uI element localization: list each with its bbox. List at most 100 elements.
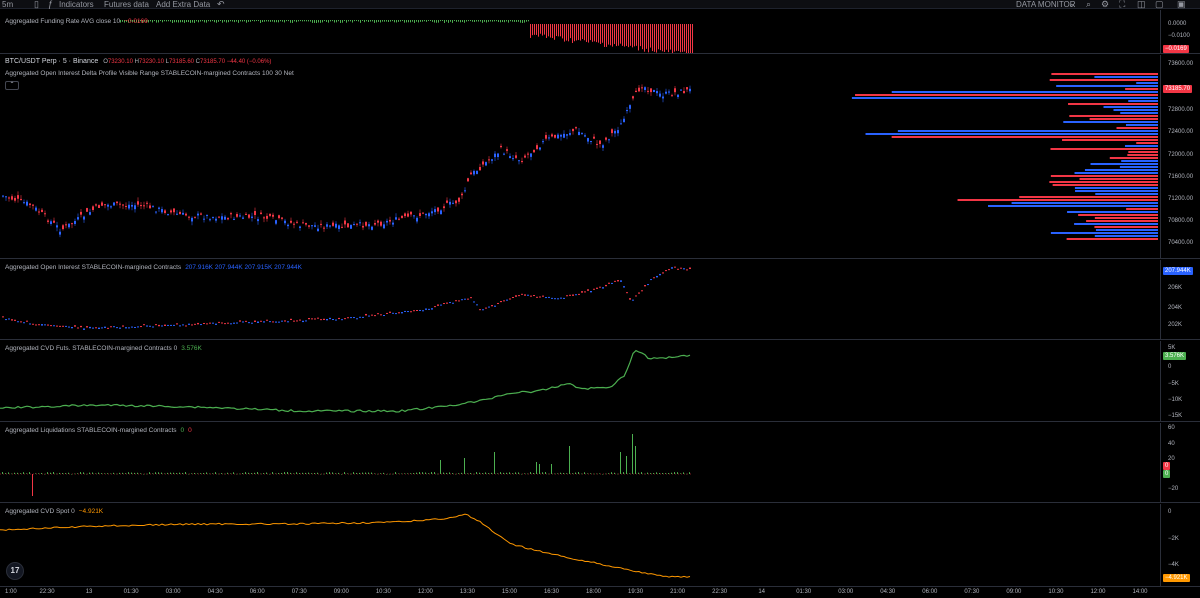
profile-bar [1067,211,1158,213]
open-interest-candles [2,266,691,330]
price-pane[interactable]: BTC/USDT Perp · 5 · Binance O73230.10 H7… [0,55,1160,259]
candle-body [302,222,304,224]
liquidations-axis[interactable]: 60 40 20 0 0 −20 [1160,423,1200,503]
time-tick: 03:00 [165,589,181,595]
funding-bar [158,20,159,23]
candle-body [83,216,85,220]
chevron-down-icon[interactable]: ⌄ [1068,0,1076,9]
liq-bar [44,473,45,475]
candle-body [197,213,199,216]
maximize-icon[interactable]: ▢ [1155,0,1164,9]
funding-bar [366,20,367,22]
funding-bar [686,24,687,53]
data-monitor-button[interactable]: DATA MONITOR [1016,0,1076,9]
futures-data-button[interactable]: Futures data [104,0,149,9]
oi-candle [629,298,631,300]
candle-body [191,217,193,222]
oi-candle [143,324,145,326]
funding-rate-axis[interactable]: 0.0000 −0.0100 −0.0169 [1160,10,1200,54]
funding-bar [662,24,663,52]
liq-bar [212,473,213,474]
funding-bar [448,20,449,23]
candle-body [140,205,142,207]
funding-bar [634,24,635,47]
liq-bar [671,472,672,474]
oi-candle [341,319,343,321]
liq-bar [449,472,450,474]
candle-body [635,90,637,93]
open-interest-axis[interactable]: 207.944K 206K 204K 202K [1160,260,1200,340]
liq-bar [368,472,369,474]
liq-bar [641,472,642,474]
cvd-spot-badge: −4.921K [1163,574,1190,582]
liq-bar [428,473,429,474]
funding-bar [612,24,613,47]
funding-bar [360,20,361,23]
open-interest-values: 207.916K 207.944K 207.915K 207.944K [185,264,302,271]
ohlc-values: O73230.10 H73230.10 L73185.60 C73185.70 … [103,59,272,65]
funding-bar [204,20,205,23]
funding-bar [642,24,643,50]
oi-candle [536,296,538,298]
candle-body [44,213,46,215]
liq-bar [290,472,291,474]
liq-bar [686,473,687,475]
cvd-spot-pane[interactable]: Aggregated CVD Spot 0 −4.921K 17 [0,504,1160,586]
popout-icon[interactable]: ▣ [1177,0,1186,9]
open-interest-pane[interactable]: Aggregated Open Interest STABLECOIN-marg… [0,260,1160,340]
funding-bar [350,20,351,22]
funding-rate-pane[interactable]: Aggregated Funding Rate AVG close 10 −0.0… [0,10,1160,54]
funding-bar [260,20,261,23]
liquidations-pane[interactable]: Aggregated Liquidations STABLECOIN-margi… [0,423,1160,503]
oi-candle [473,301,475,303]
funding-bar [356,20,357,22]
funding-bar [334,20,335,23]
funding-bar [496,20,497,22]
tradingview-logo[interactable]: 17 [6,562,24,580]
funding-bar [186,20,187,23]
funding-bar [580,24,581,41]
undo-icon[interactable]: ↶ [217,0,225,9]
search-icon[interactable]: ⌕ [1086,0,1091,9]
profile-bar [1011,202,1158,204]
settings-icon[interactable]: ⚙ [1101,0,1109,9]
funding-bar [308,20,309,22]
cvd-futs-axis[interactable]: 5K 3.576K 0 −5K −10K −15K [1160,341,1200,422]
collapse-legend-button[interactable]: ⌃ [5,81,19,90]
interval-button[interactable]: 5m [2,0,13,9]
oi-candle [425,308,427,310]
candle-body [623,118,625,123]
liq-bar [515,472,516,474]
oi-candle [206,323,208,325]
indicators-button[interactable]: Indicators [59,0,94,9]
price-axis[interactable]: 73600.00 73185.70 72800.00 72400.00 7200… [1160,55,1200,259]
profile-bar [1094,226,1158,228]
fullscreen-icon[interactable]: ⛶ [1119,0,1125,9]
liq-bar [524,473,525,474]
candle-body [524,155,526,158]
funding-bar [262,20,263,23]
liq-bar [164,473,165,475]
candle-body [251,216,253,218]
candle-body [368,224,370,227]
time-axis[interactable]: 1:00 22:30 13 01:30 03:00 04:30 06:00 07:30 09:0… [0,586,1200,598]
oi-candle [218,321,220,323]
funding-bar [226,20,227,23]
cvd-futs-value: 3.576K [181,345,202,352]
add-extra-data-button[interactable]: Add Extra Data [156,0,210,9]
candle-body [668,91,670,93]
camera-icon[interactable]: ◫ [1137,0,1146,9]
cvd-futs-pane[interactable]: Aggregated CVD Futs. STABLECOIN-margined… [0,341,1160,422]
funding-bar [602,24,603,43]
liq-bar [89,472,90,474]
oi-candle [209,322,211,324]
cvd-spot-axis[interactable]: 0 −2K −4K −4.921K [1160,504,1200,586]
liq-bar [296,472,297,474]
candle-body [5,196,7,198]
funding-bar [266,20,267,22]
liq-bar [587,473,588,474]
funding-bar [342,20,343,23]
funding-bar [284,20,285,23]
chart-type-icon[interactable]: ▯ [34,0,39,9]
open-interest-badge: 207.944K [1163,267,1193,275]
